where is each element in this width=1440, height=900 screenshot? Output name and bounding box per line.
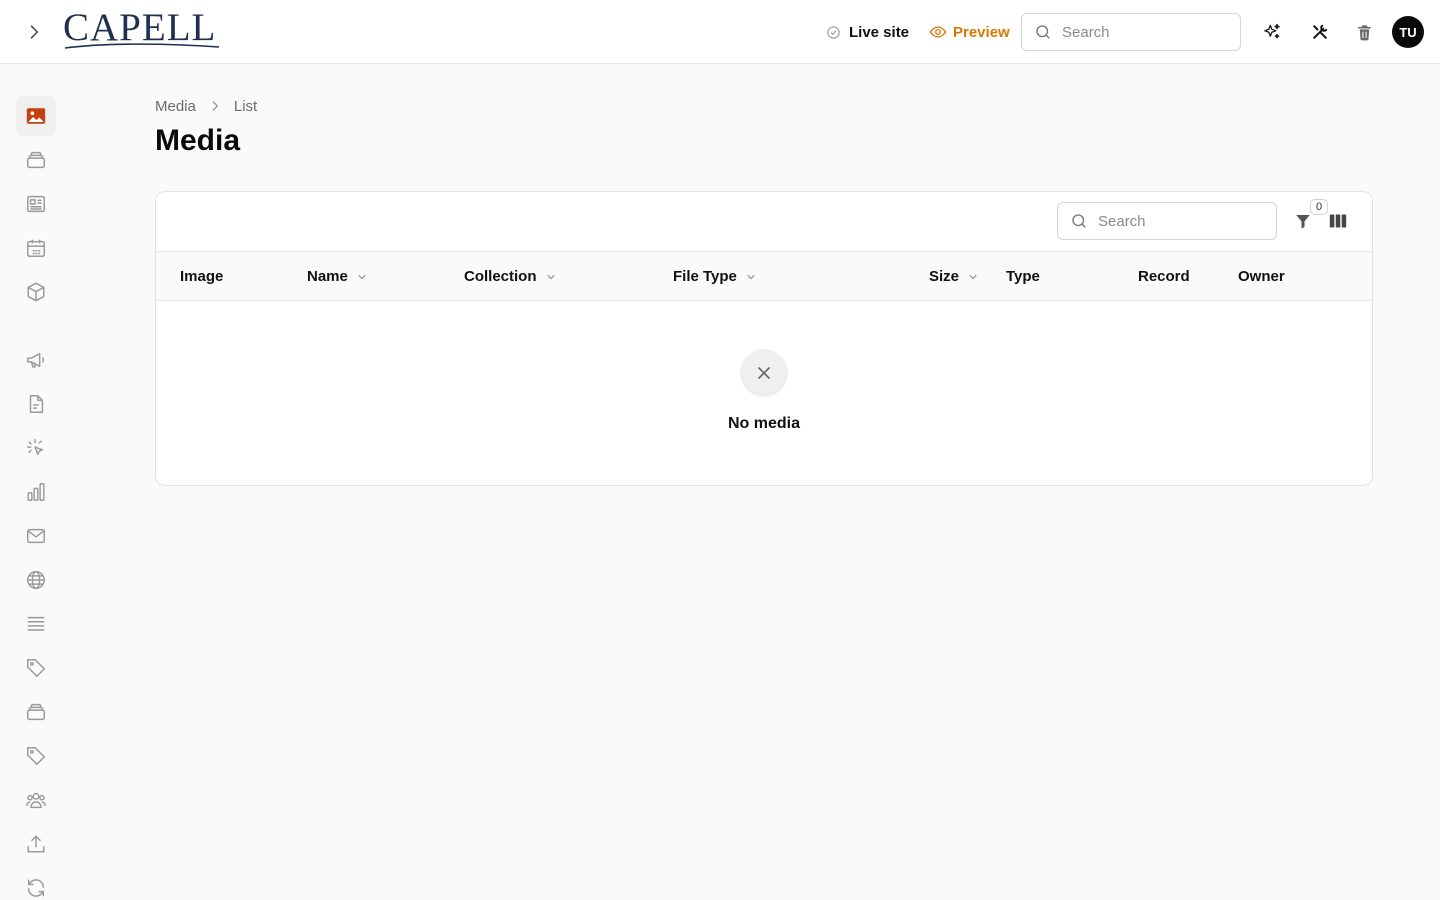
- newspaper-icon: [27, 195, 45, 213]
- chevron-down-icon: [969, 274, 977, 279]
- sidebar-item-menus[interactable]: [16, 604, 56, 644]
- breadcrumb: Media List: [155, 96, 257, 116]
- column-header-name[interactable]: Name: [307, 252, 368, 301]
- user-avatar[interactable]: TU: [1392, 16, 1424, 48]
- column-header-label: Type: [1006, 268, 1040, 285]
- globe-icon: [27, 571, 45, 589]
- sidebar-item-tags[interactable]: [16, 648, 56, 688]
- sidebar-item-sync[interactable]: [16, 868, 56, 900]
- sidebar-item-interactions[interactable]: [16, 428, 56, 468]
- sidebar-item-collections-2[interactable]: [16, 692, 56, 732]
- click-icon: [27, 439, 44, 456]
- sidebar-item-events[interactable]: [16, 228, 56, 268]
- list-icon: [27, 616, 45, 631]
- funnel-icon: [1296, 215, 1310, 229]
- chevron-right-icon: [212, 101, 218, 111]
- sidebar-item-tags-2[interactable]: [16, 736, 56, 776]
- brand-logo[interactable]: CAPELL: [63, 5, 221, 50]
- tag-icon: [27, 659, 45, 677]
- sidebar-item-import[interactable]: [16, 824, 56, 864]
- calendar-icon: [27, 239, 45, 257]
- eye-icon: [929, 26, 947, 38]
- column-header-type: Type: [1006, 252, 1040, 301]
- trash-icon: [1357, 24, 1371, 40]
- chevron-down-icon: [747, 274, 755, 279]
- search-icon: [1036, 25, 1050, 39]
- layers-icon: [27, 151, 45, 169]
- file-text-icon: [29, 395, 44, 413]
- table-search-input[interactable]: [1098, 212, 1258, 230]
- layers-icon: [27, 703, 45, 721]
- columns-toggle-button[interactable]: [1327, 209, 1349, 233]
- check-circle-icon: [827, 25, 840, 39]
- global-search[interactable]: [1021, 13, 1241, 51]
- sidebar-item-mail[interactable]: [16, 516, 56, 556]
- close-icon: [758, 367, 770, 379]
- column-header-owner: Owner: [1238, 252, 1285, 301]
- column-header-file-type[interactable]: File Type: [673, 252, 757, 301]
- top-bar: CAPELL Live site Preview TU: [0, 0, 1440, 64]
- tools-icon: [1313, 24, 1328, 39]
- sidebar-toggle-button[interactable]: [22, 20, 46, 44]
- refresh-icon: [27, 879, 45, 897]
- megaphone-icon: [27, 352, 45, 368]
- ai-sparkles-button[interactable]: [1260, 20, 1284, 44]
- search-icon: [1072, 214, 1086, 228]
- column-header-size[interactable]: Size: [929, 252, 979, 301]
- page-title: Media: [155, 124, 241, 157]
- box-icon: [27, 282, 45, 302]
- sidebar-item-products[interactable]: [16, 272, 56, 312]
- live-site-label: Live site: [849, 23, 910, 41]
- global-search-input[interactable]: [1062, 23, 1222, 41]
- filter-count-badge: 0: [1310, 199, 1328, 215]
- breadcrumb-item-list[interactable]: List: [234, 98, 257, 115]
- tag-icon: [27, 747, 45, 765]
- table-search[interactable]: [1057, 202, 1277, 240]
- column-header-collection[interactable]: Collection: [464, 252, 557, 301]
- column-header-image: Image: [180, 252, 223, 301]
- logo-swoosh-icon: [64, 42, 220, 49]
- columns-icon: [1329, 214, 1347, 228]
- empty-state: No media: [156, 301, 1372, 485]
- users-icon: [26, 792, 46, 809]
- sidebar-item-users[interactable]: [16, 780, 56, 820]
- sparkles-icon: [1264, 23, 1280, 39]
- sidebar-item-announcements[interactable]: [16, 340, 56, 380]
- column-header-label: Size: [929, 268, 960, 285]
- brand-logo-text: CAPELL: [63, 5, 217, 49]
- chevron-down-icon: [546, 274, 555, 279]
- breadcrumb-item-media[interactable]: Media: [155, 98, 196, 115]
- sidebar-item-collections[interactable]: [16, 140, 56, 180]
- preview-link[interactable]: Preview: [929, 20, 1010, 44]
- chevron-right-icon: [30, 25, 39, 39]
- column-header-label: Owner: [1238, 268, 1285, 285]
- sidebar: [0, 65, 72, 900]
- upload-icon: [27, 835, 45, 853]
- tools-button[interactable]: [1308, 20, 1332, 44]
- column-header-record: Record: [1138, 252, 1190, 301]
- image-icon: [26, 108, 46, 124]
- preview-label: Preview: [953, 23, 1010, 41]
- mail-icon: [27, 528, 45, 544]
- empty-state-text: No media: [727, 415, 800, 432]
- column-header-label: Record: [1138, 268, 1190, 285]
- sidebar-item-sites[interactable]: [16, 560, 56, 600]
- trash-button[interactable]: [1352, 20, 1376, 44]
- column-header-label: Name: [307, 268, 348, 285]
- empty-state-icon-wrap: [740, 349, 788, 397]
- column-header-label: Collection: [464, 268, 537, 285]
- chevron-down-icon: [358, 274, 366, 279]
- table-header: Image Name Collection File Type Size Typ…: [156, 252, 1372, 301]
- table-toolbar: 0: [156, 192, 1372, 252]
- column-header-label: File Type: [673, 268, 737, 285]
- bar-chart-icon: [27, 483, 45, 501]
- sidebar-item-news[interactable]: [16, 184, 56, 224]
- sidebar-item-pages[interactable]: [16, 384, 56, 424]
- live-site-link[interactable]: Live site: [826, 20, 909, 44]
- column-header-label: Image: [180, 268, 224, 285]
- sidebar-item-media[interactable]: [16, 96, 56, 136]
- media-table-card: 0 Image Name Collection File Type Size T…: [155, 191, 1373, 486]
- sidebar-item-analytics[interactable]: [16, 472, 56, 512]
